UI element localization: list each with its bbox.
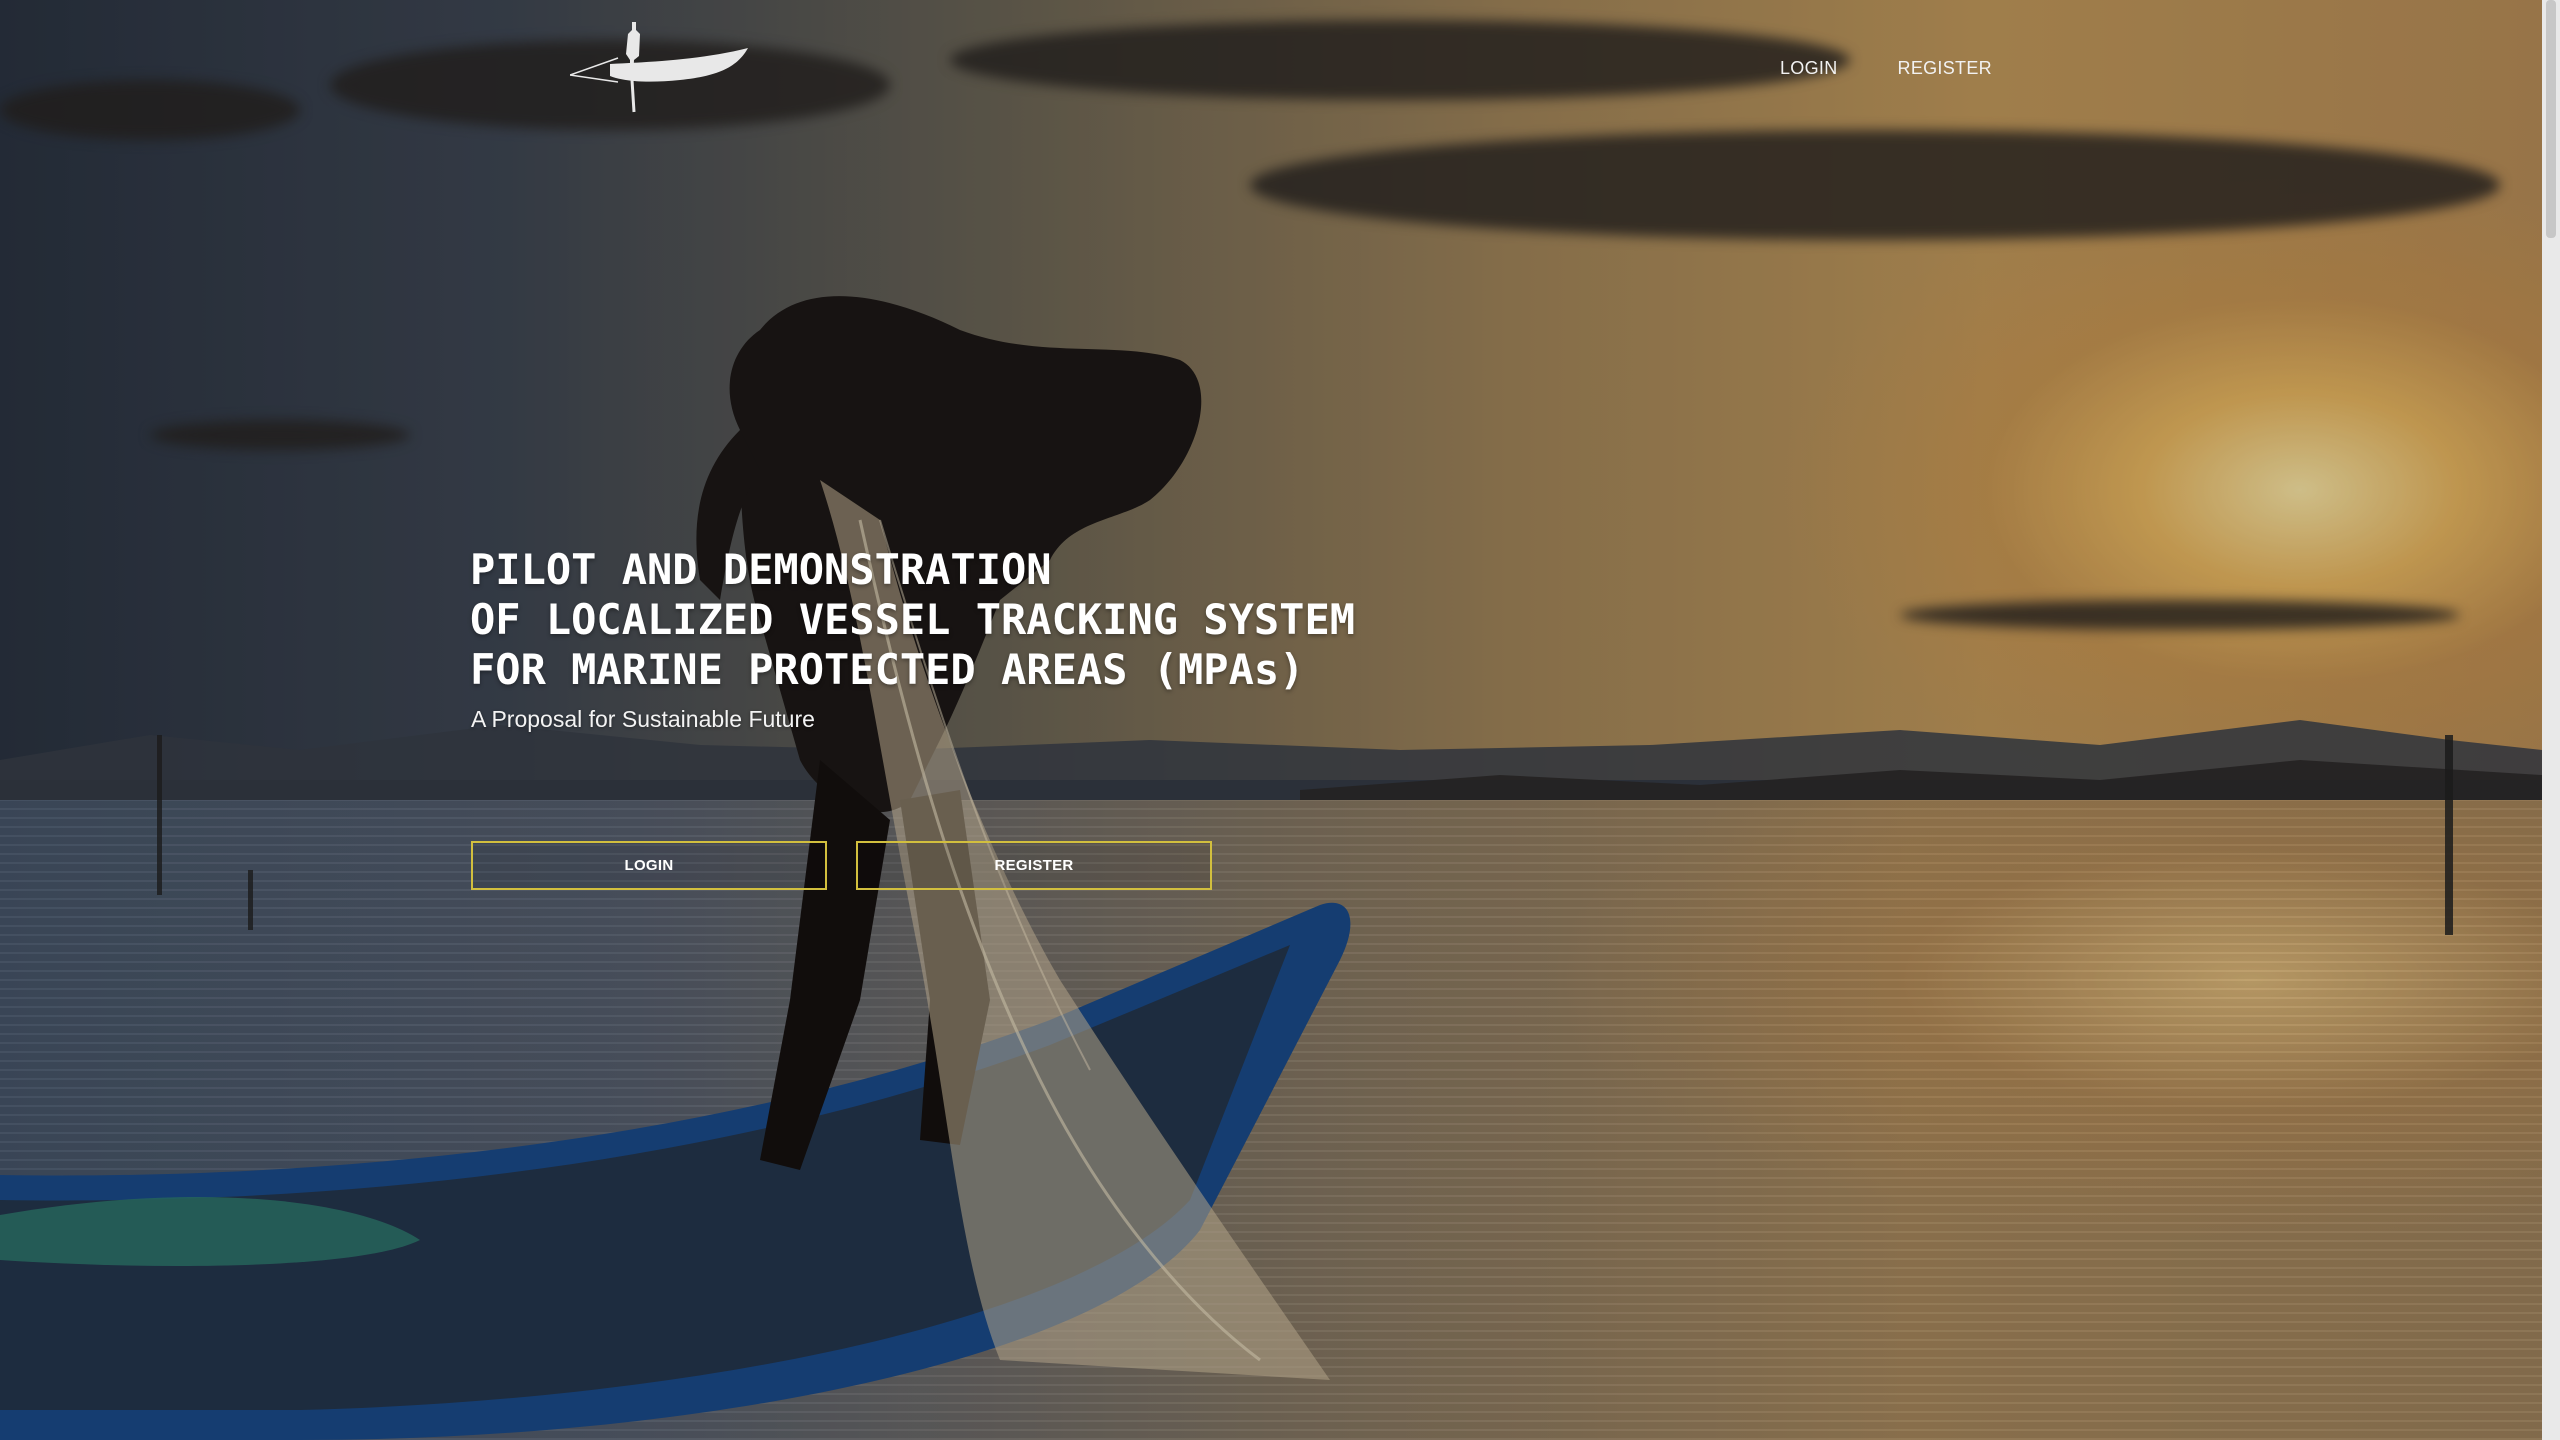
login-button[interactable]: LOGIN — [471, 841, 827, 890]
register-button[interactable]: REGISTER — [856, 841, 1212, 890]
scrollbar-thumb[interactable] — [2546, 0, 2556, 238]
hero-subtitle: A Proposal for Sustainable Future — [471, 706, 815, 732]
landing-page: LOGIN REGISTER PILOT AND DEMONSTRATION O… — [0, 0, 2560, 1440]
nav-register-link[interactable]: REGISTER — [1898, 58, 1992, 79]
overlay-tint — [0, 0, 2560, 1440]
hero-title-line: PILOT AND DEMONSTRATION — [470, 545, 1052, 594]
top-nav: LOGIN REGISTER — [1780, 58, 1992, 79]
hero-background — [0, 0, 2560, 1440]
hero-title: PILOT AND DEMONSTRATION OF LOCALIZED VES… — [470, 545, 1355, 695]
fisherman-boat-logo[interactable] — [570, 20, 750, 115]
page-scrollbar[interactable] — [2542, 0, 2560, 1440]
hero-title-line: FOR MARINE PROTECTED AREAS (MPAs) — [470, 645, 1305, 694]
hero-title-line: OF LOCALIZED VESSEL TRACKING SYSTEM — [470, 595, 1356, 644]
nav-login-link[interactable]: LOGIN — [1780, 58, 1838, 79]
